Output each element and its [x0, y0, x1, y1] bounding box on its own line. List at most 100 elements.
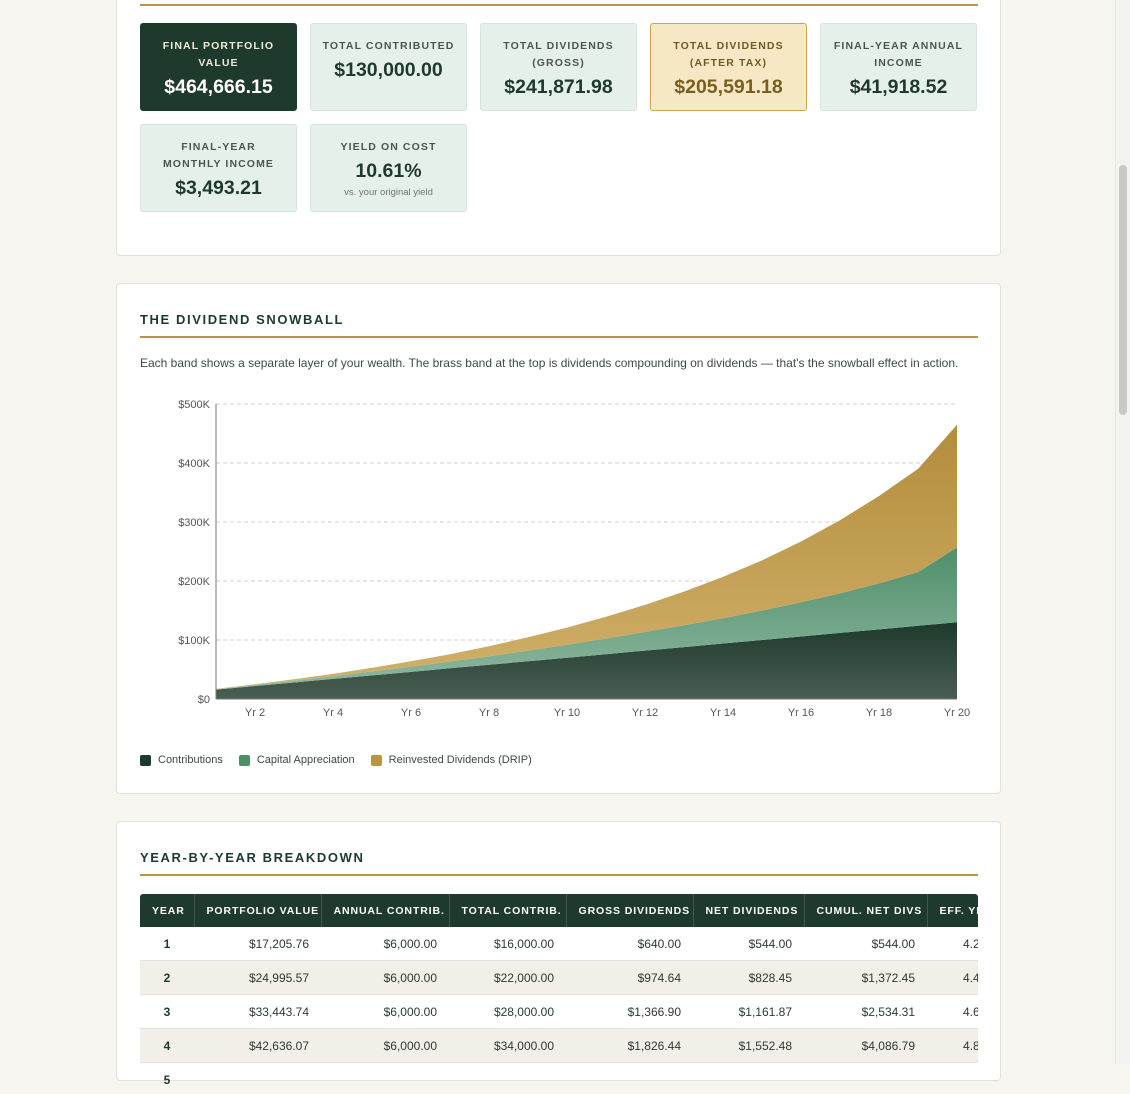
cell-year: 3 [140, 995, 194, 1029]
legend-swatch [239, 755, 250, 766]
stat-final-year-annual-income: FINAL-YEAR ANNUAL INCOME $41,918.52 [820, 23, 977, 111]
table-row: 2 $24,995.57 $6,000.00 $22,000.00 $974.6… [140, 961, 978, 995]
cell: $42,636.07 [194, 1029, 321, 1063]
cell: 4.2 [927, 927, 978, 961]
cell: $974.64 [566, 961, 693, 995]
table-row: 1 $17,205.76 $6,000.00 $16,000.00 $640.0… [140, 927, 978, 961]
cell: 4.8 [927, 1029, 978, 1063]
y-tick-label: $300K [178, 517, 210, 529]
stat-final-year-monthly-income: FINAL-YEAR MONTHLY INCOME $3,493.21 [140, 124, 297, 212]
cell: $6,000.00 [321, 995, 449, 1029]
table-row: 5 [140, 1063, 978, 1094]
breakdown-table-scroll[interactable]: YEAR PORTFOLIO VALUE ANNUAL CONTRIB. TOT… [140, 894, 978, 1094]
stat-value: $205,591.18 [651, 76, 806, 99]
legend-item-reinvested-dividends: Reinvested Dividends (DRIP) [371, 754, 532, 766]
cell: 4.6 [927, 995, 978, 1029]
legend-label: Capital Appreciation [257, 754, 355, 766]
cell: $1,826.44 [566, 1029, 693, 1063]
cell: $640.00 [566, 927, 693, 961]
cell-year: 2 [140, 961, 194, 995]
legend-item-capital-appreciation: Capital Appreciation [239, 754, 355, 766]
section-title: YEAR-BY-YEAR BREAKDOWN [140, 850, 364, 865]
x-tick-label: Yr 18 [866, 707, 892, 719]
cell: $16,000.00 [449, 927, 566, 961]
column-header[interactable]: GROSS DIVIDENDS [566, 894, 693, 927]
cell-year: 1 [140, 927, 194, 961]
stat-label: TOTAL DIVIDENDS (GROSS) [481, 38, 636, 72]
y-tick-label: $200K [178, 576, 210, 588]
table-header-row: YEAR PORTFOLIO VALUE ANNUAL CONTRIB. TOT… [140, 894, 978, 927]
legend-item-contributions: Contributions [140, 754, 223, 766]
column-header[interactable]: EFF. YIELD [927, 894, 978, 927]
y-tick-label: $400K [178, 458, 210, 470]
x-tick-label: Yr 12 [632, 707, 658, 719]
column-header[interactable]: ANNUAL CONTRIB. [321, 894, 449, 927]
stat-final-portfolio-value: FINAL PORTFOLIO VALUE $464,666.15 [140, 23, 297, 111]
stat-yield-on-cost: YIELD ON COST 10.61% vs. your original y… [310, 124, 467, 212]
stat-value: $241,871.98 [481, 76, 636, 99]
x-tick-label: Yr 8 [479, 707, 499, 719]
x-tick-label: Yr 4 [323, 707, 343, 719]
cell [566, 1063, 693, 1094]
cell: $1,366.90 [566, 995, 693, 1029]
cell: $6,000.00 [321, 927, 449, 961]
breakdown-card: YEAR-BY-YEAR BREAKDOWN YEAR PORTFOLIO VA… [116, 821, 1001, 1081]
cell: $33,443.74 [194, 995, 321, 1029]
stat-label: YIELD ON COST [311, 139, 466, 156]
cell-year: 5 [140, 1063, 194, 1094]
cell: $544.00 [693, 927, 804, 961]
cell-year: 4 [140, 1029, 194, 1063]
stat-label: FINAL-YEAR MONTHLY INCOME [141, 139, 296, 173]
column-header[interactable]: TOTAL CONTRIB. [449, 894, 566, 927]
snowball-area-chart: $0$100K$200K$300K$400K$500KYr 2Yr 4Yr 6Y… [117, 284, 1000, 744]
x-tick-label: Yr 2 [245, 707, 265, 719]
cell: $6,000.00 [321, 961, 449, 995]
stat-value: $3,493.21 [141, 177, 296, 200]
cell: $2,534.31 [804, 995, 927, 1029]
cell: 4.4 [927, 961, 978, 995]
column-header[interactable]: NET DIVIDENDS [693, 894, 804, 927]
stat-label: FINAL-YEAR ANNUAL INCOME [821, 38, 976, 72]
stat-value: 10.61% [311, 160, 466, 183]
legend-label: Reinvested Dividends (DRIP) [389, 754, 532, 766]
legend-swatch [140, 755, 151, 766]
stat-value: $130,000.00 [311, 59, 466, 82]
cell [194, 1063, 321, 1094]
legend-swatch [371, 755, 382, 766]
stat-subtext: vs. your original yield [311, 187, 466, 198]
stat-label: TOTAL DIVIDENDS (AFTER TAX) [651, 38, 806, 72]
stat-label: FINAL PORTFOLIO VALUE [141, 38, 296, 72]
stat-total-dividends-gross: TOTAL DIVIDENDS (GROSS) $241,871.98 [480, 23, 637, 111]
legend-label: Contributions [158, 754, 223, 766]
cell: $4,086.79 [804, 1029, 927, 1063]
cell: $6,000.00 [321, 1029, 449, 1063]
scrollbar-thumb[interactable] [1119, 165, 1127, 415]
stat-total-dividends-after-tax: TOTAL DIVIDENDS (AFTER TAX) $205,591.18 [650, 23, 807, 111]
cell [927, 1063, 978, 1094]
stat-value: $464,666.15 [141, 76, 296, 99]
table-row: 3 $33,443.74 $6,000.00 $28,000.00 $1,366… [140, 995, 978, 1029]
cell [321, 1063, 449, 1094]
summary-card: FINAL PORTFOLIO VALUE $464,666.15 TOTAL … [116, 0, 1001, 256]
cell [804, 1063, 927, 1094]
x-tick-label: Yr 10 [554, 707, 580, 719]
page-scrollbar[interactable] [1115, 0, 1130, 1064]
section-divider [140, 874, 978, 876]
chart-legend: Contributions Capital Appreciation Reinv… [140, 754, 532, 766]
x-tick-label: Yr 6 [401, 707, 421, 719]
column-header[interactable]: PORTFOLIO VALUE [194, 894, 321, 927]
stat-label: TOTAL CONTRIBUTED [311, 38, 466, 55]
x-tick-label: Yr 20 [944, 707, 970, 719]
section-divider [140, 4, 978, 6]
stat-value: $41,918.52 [821, 76, 976, 99]
y-tick-label: $0 [198, 694, 210, 706]
cell: $1,161.87 [693, 995, 804, 1029]
column-header[interactable]: CUMUL. NET DIVS [804, 894, 927, 927]
cell: $1,552.48 [693, 1029, 804, 1063]
y-tick-label: $500K [178, 399, 210, 411]
cell: $828.45 [693, 961, 804, 995]
x-tick-label: Yr 14 [710, 707, 736, 719]
cell [693, 1063, 804, 1094]
cell: $34,000.00 [449, 1029, 566, 1063]
column-header[interactable]: YEAR [140, 894, 194, 927]
